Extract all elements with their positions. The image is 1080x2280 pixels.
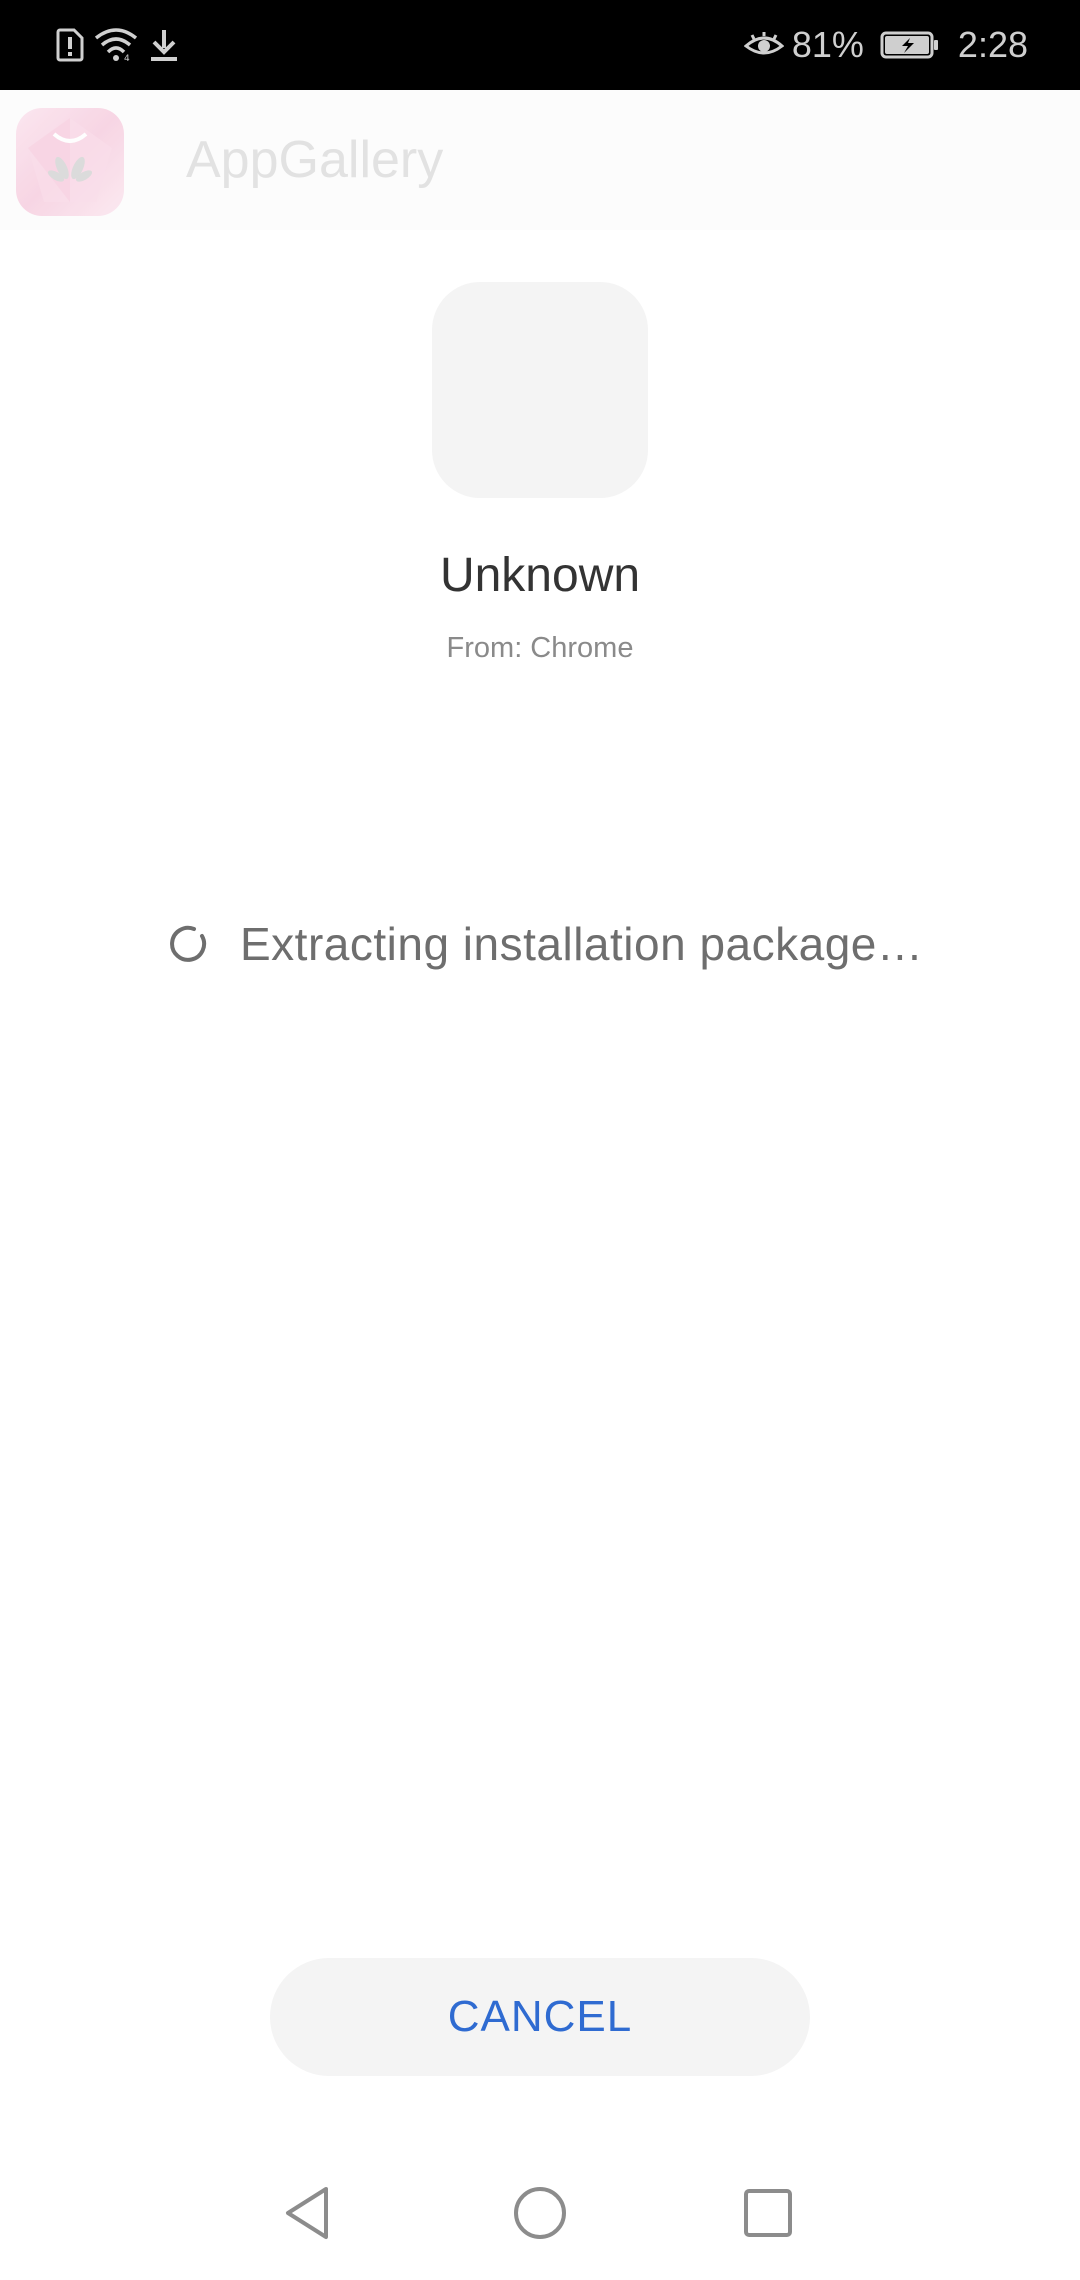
download-icon	[148, 28, 180, 62]
nav-recents-button[interactable]	[728, 2180, 808, 2250]
status-time: 2:28	[957, 24, 1028, 65]
progress-status-text: Extracting installation package…	[240, 918, 924, 970]
package-icon-placeholder	[432, 282, 648, 498]
status-bar: 4 81% 2:28	[0, 0, 1080, 90]
back-triangle-icon	[282, 2185, 334, 2246]
eye-comfort-icon	[743, 30, 784, 60]
status-right-area: 81% 2:28	[743, 20, 1028, 70]
svg-text:4: 4	[124, 54, 130, 62]
navigation-bar	[0, 2150, 1080, 2280]
package-name: Unknown	[439, 549, 641, 602]
recents-square-icon	[742, 2187, 794, 2244]
package-source: From: Chrome	[446, 632, 634, 664]
loading-spinner-icon	[168, 924, 208, 964]
home-circle-icon	[512, 2185, 568, 2246]
appgallery-logo-icon	[16, 108, 124, 216]
app-title: AppGallery	[186, 131, 444, 189]
progress-row: Extracting installation package…	[168, 912, 923, 976]
battery-charging-icon	[880, 30, 940, 60]
cancel-button[interactable]: CANCEL	[270, 1958, 810, 2076]
app-header: AppGallery	[0, 90, 1080, 230]
wifi-icon: 4	[94, 28, 138, 62]
nav-home-button[interactable]	[500, 2180, 580, 2250]
alert-sim-icon	[56, 28, 84, 62]
status-left-icons: 4	[56, 20, 180, 70]
nav-back-button[interactable]	[268, 2180, 348, 2250]
battery-percent: 81%	[791, 24, 864, 65]
